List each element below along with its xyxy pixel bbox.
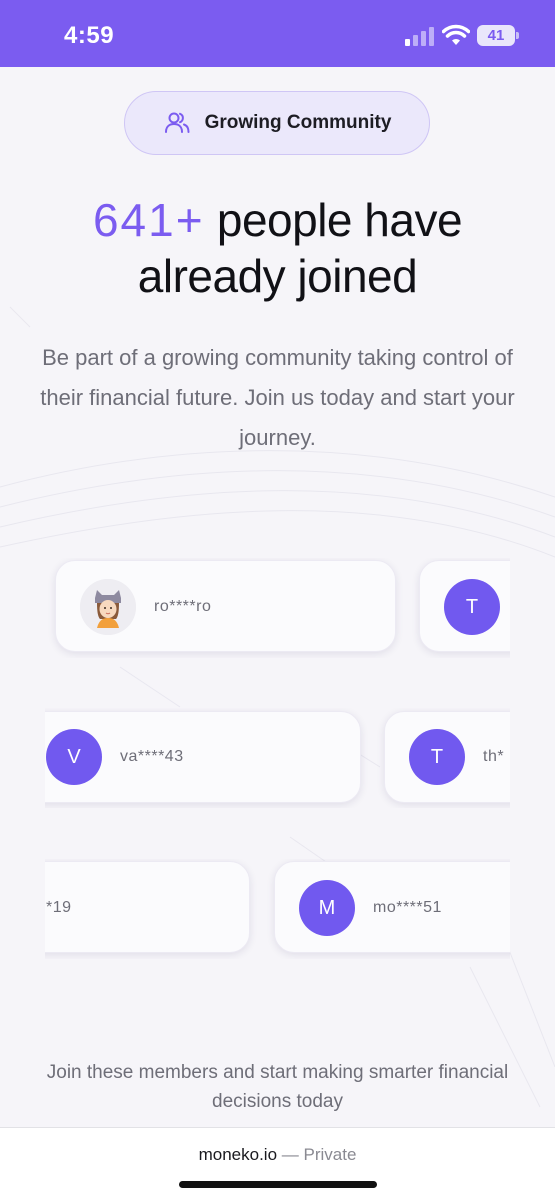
cellular-signal-icon (405, 27, 434, 46)
subtitle: Be part of a growing community taking co… (40, 345, 515, 450)
users-icon (164, 112, 190, 133)
avatar: M (299, 880, 355, 936)
avatar: T (409, 729, 465, 785)
battery-level: 41 (487, 27, 505, 44)
wifi-icon (442, 24, 470, 45)
badge-label: Growing Community (204, 112, 392, 133)
status-bar: 4:59 41 (0, 0, 555, 67)
members-row-2: V va****43 T th* (45, 708, 510, 808)
member-name: *19 (46, 899, 72, 916)
home-indicator[interactable] (179, 1181, 377, 1188)
member-card: T th* (384, 711, 510, 803)
member-card: T (419, 560, 510, 652)
members-row-1: ro****ro T (45, 558, 510, 658)
footer-text: Join these members and start making smar… (46, 1062, 509, 1112)
avatar: T (444, 579, 500, 635)
community-badge: Growing Community (124, 91, 430, 155)
member-card: V va****43 (45, 711, 361, 803)
member-card: *19 (45, 861, 250, 953)
browser-url-bar[interactable]: moneko.io — Private (0, 1127, 555, 1200)
avatar (80, 579, 136, 635)
status-time: 4:59 (64, 22, 115, 49)
member-card: M mo****51 (274, 861, 510, 953)
members-row-3: *19 M mo****51 (45, 859, 510, 959)
member-name: th* (483, 748, 505, 765)
headline-line-1-text: people have (216, 194, 463, 246)
battery-icon: 41 (477, 25, 519, 46)
member-name: ro****ro (154, 598, 212, 615)
private-mode-label: — Private (281, 1145, 357, 1164)
url-display[interactable]: moneko.io — Private (0, 1145, 555, 1165)
member-name: va****43 (120, 748, 184, 765)
headline-line-2: already joined (137, 250, 418, 302)
url-domain: moneko.io (198, 1145, 278, 1164)
headline-line-1: 641+ people have (0, 192, 555, 248)
member-name: mo****51 (373, 899, 442, 916)
member-count: 641+ (92, 194, 205, 246)
page-title: 641+ people have already joined (0, 192, 555, 304)
user-photo-icon (80, 579, 136, 635)
member-card: ro****ro (55, 560, 396, 652)
avatar: V (46, 729, 102, 785)
